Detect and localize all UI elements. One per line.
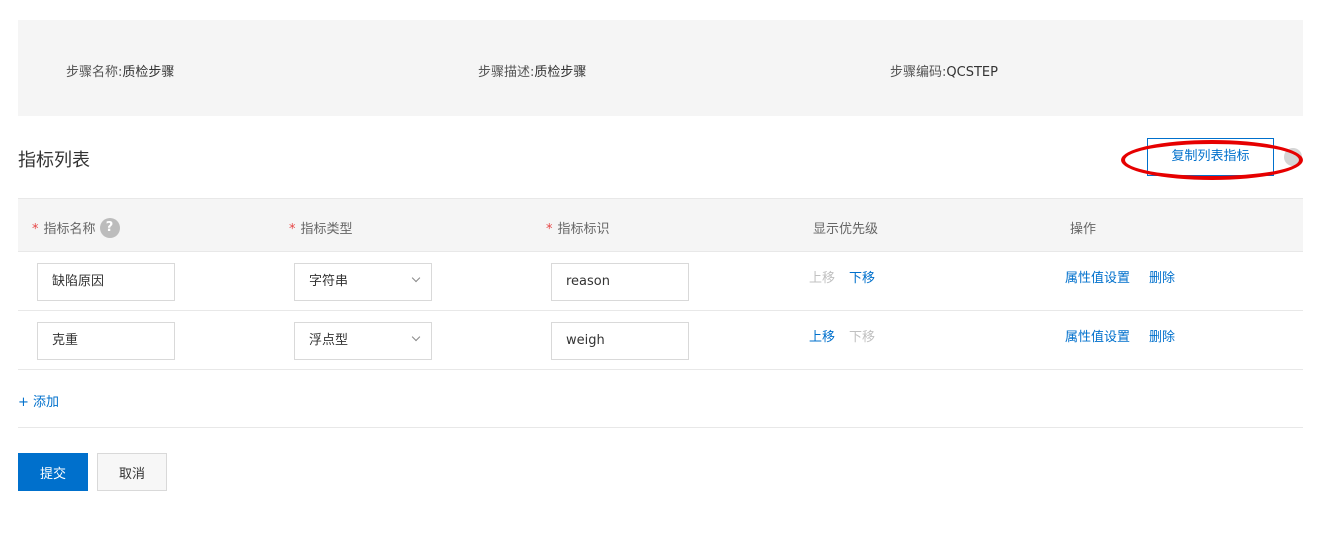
step-code-value: QCSTEP — [946, 65, 998, 80]
indicator-type-value: 浮点型 — [309, 333, 349, 348]
table-header: * 指标名称? * 指标类型 * 指标标识 显示优先级 操作 — [18, 198, 1303, 252]
add-indicator-link[interactable]: + 添加 — [18, 391, 59, 410]
header-identifier-label: 指标标识 — [557, 222, 610, 237]
delete-link[interactable]: 删除 — [1149, 326, 1175, 345]
required-mark: * — [289, 222, 296, 237]
attribute-settings-link[interactable]: 属性值设置 — [1065, 326, 1130, 345]
attribute-settings-link[interactable]: 属性值设置 — [1065, 267, 1130, 286]
step-code-field: 步骤编码:QCSTEP — [890, 61, 998, 80]
divider — [18, 427, 1303, 428]
required-mark: * — [546, 222, 553, 237]
move-up-link: 上移 — [809, 271, 836, 286]
step-info-panel: 步骤名称:质检步骤 步骤描述:质检步骤 步骤编码:QCSTEP — [18, 20, 1303, 116]
info-dot-icon — [1284, 148, 1302, 166]
required-mark: * — [32, 222, 39, 237]
move-down-link: 下移 — [849, 330, 876, 345]
section-title: 指标列表 — [18, 150, 90, 171]
table-row: 缺陷原因 字符串 reason 上移 下移 属性值设置 删除 — [18, 252, 1303, 311]
move-up-link[interactable]: 上移 — [809, 326, 835, 345]
header-priority: 显示优先级 — [813, 222, 879, 237]
indicator-type-value: 字符串 — [309, 274, 349, 289]
header-name: * 指标名称? — [32, 218, 120, 238]
header-identifier: * 指标标识 — [546, 218, 610, 237]
indicator-name-input[interactable]: 缺陷原因 — [37, 263, 175, 301]
copy-list-indicators-button[interactable]: 复制列表指标 — [1147, 138, 1274, 176]
step-desc-label: 步骤描述: — [478, 65, 535, 80]
cancel-button[interactable]: 取消 — [97, 453, 167, 491]
step-desc-value: 质检步骤 — [534, 65, 587, 80]
chevron-down-icon — [411, 273, 421, 283]
header-name-label: 指标名称 — [43, 222, 96, 237]
chevron-down-icon — [411, 332, 421, 342]
header-type: * 指标类型 — [289, 218, 353, 237]
header-type-label: 指标类型 — [300, 222, 353, 237]
step-name-label: 步骤名称: — [66, 65, 123, 80]
move-down-link[interactable]: 下移 — [849, 267, 875, 286]
help-icon[interactable]: ? — [99, 218, 120, 238]
submit-button[interactable]: 提交 — [18, 453, 88, 491]
indicator-type-select[interactable]: 字符串 — [294, 263, 432, 301]
step-name-field: 步骤名称:质检步骤 — [66, 61, 174, 80]
indicator-type-select[interactable]: 浮点型 — [294, 322, 432, 360]
header-actions: 操作 — [1070, 222, 1097, 237]
step-code-label: 步骤编码: — [890, 65, 947, 80]
step-desc-field: 步骤描述:质检步骤 — [478, 61, 586, 80]
step-name-value: 质检步骤 — [122, 65, 175, 80]
delete-link[interactable]: 删除 — [1149, 267, 1175, 286]
indicator-name-input[interactable]: 克重 — [37, 322, 175, 360]
indicator-identifier-input[interactable]: weigh — [551, 322, 689, 360]
indicator-identifier-input[interactable]: reason — [551, 263, 689, 301]
table-row: 克重 浮点型 weigh 上移 下移 属性值设置 删除 — [18, 311, 1303, 370]
